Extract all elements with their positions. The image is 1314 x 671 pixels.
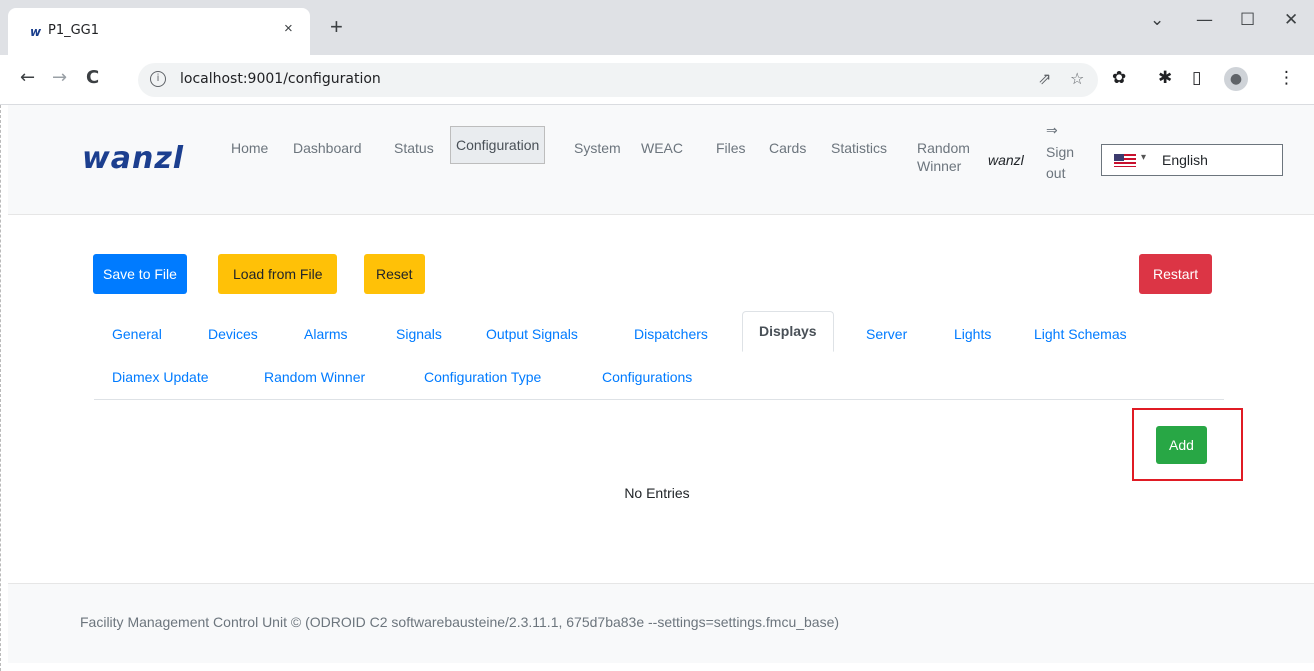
chevron-down-icon: ▾: [1141, 152, 1147, 163]
window-close-icon[interactable]: ✕: [1284, 10, 1298, 30]
profile-avatar-icon[interactable]: ●: [1224, 67, 1248, 91]
tab-diamex-update[interactable]: Diamex Update: [112, 369, 209, 385]
nav-system[interactable]: System: [574, 139, 621, 157]
nav-random-winner-line1: Random: [917, 140, 970, 156]
load-from-file-button[interactable]: Load from File: [218, 254, 338, 294]
current-user: wanzl: [988, 152, 1024, 168]
wanzl-logo[interactable]: wanzl: [82, 141, 184, 176]
browser-menu-icon[interactable]: ⋮: [1278, 68, 1295, 88]
footer: Facility Management Control Unit © (ODRO…: [8, 583, 1314, 663]
restart-button[interactable]: Restart: [1139, 254, 1213, 294]
tab-configurations[interactable]: Configurations: [602, 369, 692, 385]
nav-status[interactable]: Status: [394, 139, 434, 157]
nav-cards[interactable]: Cards: [769, 139, 806, 157]
browser-tab[interactable]: w P1_GG1 ×: [8, 8, 310, 55]
nav-home[interactable]: Home: [231, 139, 268, 157]
window-maximize-icon[interactable]: ☐: [1240, 10, 1255, 30]
page-bottom: [8, 663, 1314, 671]
wanzl-favicon-icon: w: [30, 25, 42, 39]
browser-tabstrip: w P1_GG1 × + ⌄ — ☐ ✕: [0, 0, 1314, 55]
tab-configuration-type[interactable]: Configuration Type: [424, 369, 541, 385]
tab-signals[interactable]: Signals: [396, 326, 442, 342]
sign-out-icon[interactable]: ⇒: [1046, 123, 1058, 139]
side-panel-icon[interactable]: ▯: [1192, 68, 1201, 88]
browser-tab-title: P1_GG1: [48, 23, 100, 38]
language-select[interactable]: ▾ English: [1101, 144, 1283, 176]
bookmark-star-icon[interactable]: ☆: [1070, 69, 1084, 88]
add-button[interactable]: Add: [1156, 426, 1207, 464]
nav-weac[interactable]: WEAC: [641, 139, 683, 157]
tab-displays[interactable]: Displays: [742, 311, 834, 352]
extension-icon[interactable]: ✿: [1112, 68, 1126, 88]
empty-state-text: No Entries: [624, 485, 690, 501]
reload-icon[interactable]: C: [86, 67, 99, 88]
address-bar[interactable]: i localhost:9001/configuration ⇗ ☆: [138, 63, 1098, 97]
tab-search-icon[interactable]: ⌄: [1150, 10, 1164, 30]
tab-lights[interactable]: Lights: [954, 326, 991, 342]
us-flag-icon: [1114, 154, 1136, 167]
nav-statistics[interactable]: Statistics: [831, 139, 887, 157]
app-navbar: wanzl Home Dashboard Status Configuratio…: [8, 105, 1314, 215]
tab-server[interactable]: Server: [866, 326, 907, 342]
reset-button[interactable]: Reset: [364, 254, 425, 294]
window-minimize-icon[interactable]: —: [1196, 10, 1213, 30]
tab-alarms[interactable]: Alarms: [304, 326, 348, 342]
configuration-tabs: General Devices Alarms Signals Output Si…: [94, 310, 1224, 400]
tab-general[interactable]: General: [112, 326, 162, 342]
url-text[interactable]: localhost:9001/configuration: [180, 71, 381, 87]
tab-output-signals[interactable]: Output Signals: [486, 326, 578, 342]
tab-dispatchers[interactable]: Dispatchers: [634, 326, 708, 342]
share-icon[interactable]: ⇗: [1038, 69, 1051, 88]
sign-out-line1: Sign: [1046, 144, 1075, 160]
tab-light-schemas[interactable]: Light Schemas: [1034, 326, 1127, 342]
sign-out-link[interactable]: Sign out: [1046, 142, 1074, 184]
tab-close-icon[interactable]: ×: [284, 20, 293, 37]
nav-random-winner-line2: Winner: [917, 158, 962, 174]
new-tab-icon[interactable]: +: [330, 14, 343, 40]
nav-files[interactable]: Files: [716, 139, 746, 157]
nav-configuration[interactable]: Configuration: [450, 126, 546, 164]
page-left-edge: [0, 105, 8, 671]
site-info-icon[interactable]: i: [150, 71, 166, 87]
browser-toolbar: ← → C i localhost:9001/configuration ⇗ ☆…: [0, 55, 1314, 105]
back-icon[interactable]: ←: [20, 67, 35, 88]
forward-icon[interactable]: →: [52, 67, 67, 88]
footer-text: Facility Management Control Unit © (ODRO…: [80, 614, 840, 630]
nav-random-winner[interactable]: Random Winner: [917, 139, 970, 175]
puzzle-icon[interactable]: ✱: [1158, 68, 1172, 88]
tab-devices[interactable]: Devices: [208, 326, 258, 342]
language-selected-value: English: [1162, 152, 1208, 168]
save-to-file-button[interactable]: Save to File: [93, 254, 187, 294]
sign-out-line2: out: [1046, 165, 1066, 181]
nav-dashboard[interactable]: Dashboard: [293, 139, 362, 157]
tab-random-winner[interactable]: Random Winner: [264, 369, 365, 385]
